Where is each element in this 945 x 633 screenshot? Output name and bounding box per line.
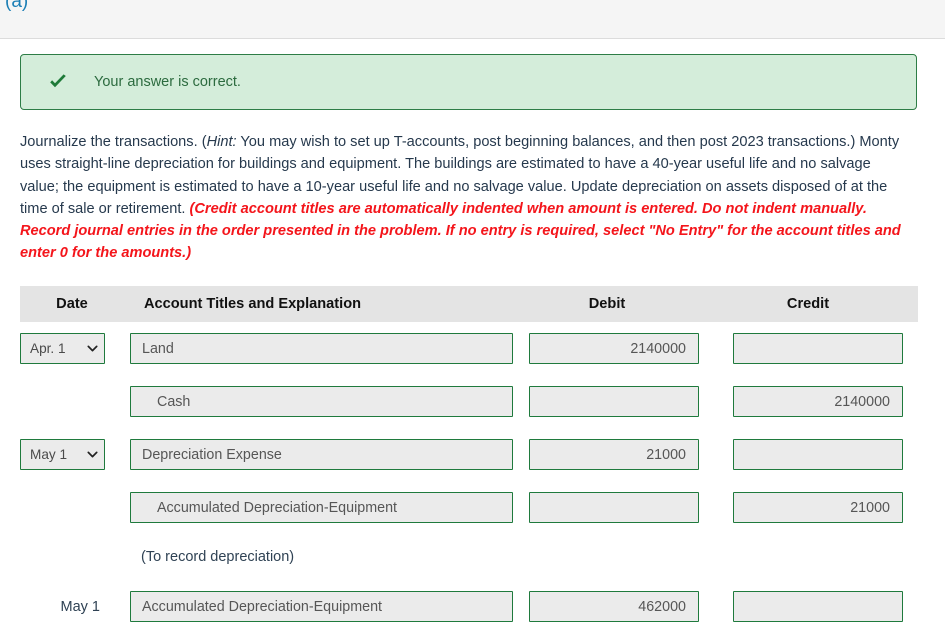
account-title-input[interactable]: Accumulated Depreciation-Equipment [130, 492, 513, 523]
account-title-input[interactable]: Accumulated Depreciation-Equipment [130, 591, 513, 622]
account-cell: Depreciation Expense [124, 439, 516, 470]
table-row: Cash 2140000 [20, 375, 918, 428]
credit-cell: 2140000 [712, 386, 918, 417]
account-cell: Cash [124, 386, 516, 417]
chevron-down-icon [87, 449, 98, 460]
credit-input[interactable] [733, 591, 903, 622]
hint-label: Hint: [206, 134, 237, 150]
credit-cell [712, 439, 918, 470]
account-cell: Land [124, 333, 516, 364]
table-row: Accumulated Depreciation-Equipment 21000 [20, 481, 918, 534]
date-select[interactable]: Apr. 1 [20, 333, 105, 364]
credit-input[interactable]: 2140000 [733, 386, 903, 417]
credit-input[interactable] [733, 439, 903, 470]
table-row: May 1 Accumulated Depreciation-Equipment 4… [20, 580, 918, 633]
debit-input[interactable] [529, 386, 699, 417]
date-select-value: Apr. 1 [30, 341, 66, 356]
top-bar: (a) [0, 0, 945, 39]
account-cell: Accumulated Depreciation-Equipment [124, 492, 516, 523]
account-title-input[interactable]: Depreciation Expense [130, 439, 513, 470]
instructions-text: Journalize the transactions. (Hint: You … [20, 131, 910, 265]
credit-input[interactable] [733, 333, 903, 364]
debit-input[interactable]: 2140000 [529, 333, 699, 364]
date-cell: May 1 [20, 439, 124, 470]
table-header-row: Date Account Titles and Explanation Debi… [20, 286, 918, 322]
column-header-date: Date [56, 296, 88, 312]
date-cell: May 1 [20, 599, 124, 615]
column-header-debit: Debit [588, 296, 626, 312]
part-label: (a) [5, 0, 29, 12]
instructions-line-1: Journalize the transactions. ( [20, 134, 207, 150]
memo-row: (To record depreciation) [20, 534, 918, 580]
date-select-value: May 1 [30, 447, 68, 462]
account-title-input[interactable]: Cash [130, 386, 513, 417]
column-header-credit: Credit [786, 296, 830, 312]
date-select[interactable]: May 1 [20, 439, 105, 470]
debit-cell: 21000 [516, 439, 712, 470]
account-title-input[interactable]: Land [130, 333, 513, 364]
memo-text: (To record depreciation) [141, 549, 295, 565]
credit-cell [712, 333, 918, 364]
debit-cell: 462000 [516, 591, 712, 622]
date-cell: Apr. 1 [20, 333, 124, 364]
chevron-down-icon [87, 343, 98, 354]
alert-message: Your answer is correct. [94, 74, 241, 90]
credit-cell: 21000 [712, 492, 918, 523]
debit-input[interactable]: 21000 [529, 439, 699, 470]
table-row: Apr. 1 Land 2140000 [20, 322, 918, 375]
column-header-account: Account Titles and Explanation [144, 296, 362, 312]
credit-input[interactable]: 21000 [733, 492, 903, 523]
check-icon [47, 71, 69, 93]
date-text: May 1 [60, 598, 101, 615]
debit-cell [516, 386, 712, 417]
journal-body: Apr. 1 Land 2140000 Cash 2140000 May 1 Depreci… [20, 322, 918, 633]
debit-cell: 2140000 [516, 333, 712, 364]
debit-input[interactable] [529, 492, 699, 523]
account-cell: Accumulated Depreciation-Equipment [124, 591, 516, 622]
table-row: May 1 Depreciation Expense 21000 [20, 428, 918, 481]
answer-correct-banner: Your answer is correct. [20, 54, 917, 110]
credit-cell [712, 591, 918, 622]
journal-entry-table: Date Account Titles and Explanation Debi… [20, 286, 918, 633]
debit-cell [516, 492, 712, 523]
debit-input[interactable]: 462000 [529, 591, 699, 622]
